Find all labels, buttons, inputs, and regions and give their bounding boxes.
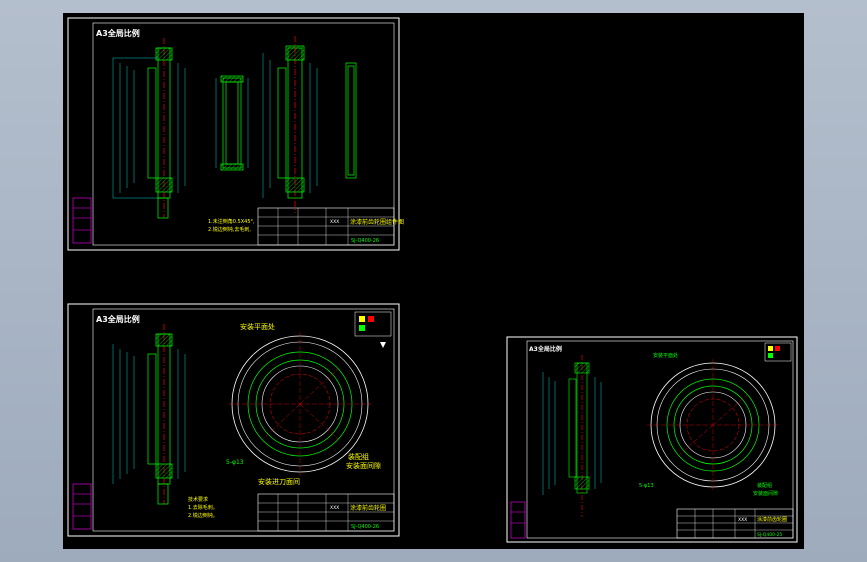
sheet-2-note-1: 1.去除毛刺。	[188, 504, 218, 511]
sheet-2-part-name: 涂漆前齿轮圈	[350, 504, 386, 512]
sheet-2-left-strip	[72, 483, 92, 530]
sheet-2-annotation-assembly: 装配组	[348, 452, 369, 461]
sheet-2-annotation-gap: 安装面间隙	[346, 461, 381, 470]
sheet-2-annotation-feed-face: 安装进刀面间	[258, 477, 300, 486]
cad-model-space[interactable]: A3全局比例 1.未注倒角0.5X45°, 2.锐边倒钝,去毛刺, XXX 涂漆…	[63, 13, 804, 549]
sheet-1-inner-border	[92, 22, 395, 246]
sheet-2-title: A3全局比例	[96, 314, 140, 324]
sheet-1-drawing-code: SJ-Q400-26	[351, 238, 379, 244]
sheet-3-symbol-box	[764, 342, 792, 362]
drawing-viewport[interactable]: A3全局比例 1.未注倒角0.5X45°, 2.锐边倒钝,去毛刺, XXX 涂漆…	[63, 13, 804, 549]
sheet-2-note-2: 2.锐边倒钝。	[188, 512, 218, 519]
sheet-2-annotation-holes: 5-φ13	[226, 459, 244, 466]
sheet-2[interactable]: A3全局比例 安装平面处 5-φ13 安装进刀面间 装配组 安装面间隙 技术要求…	[67, 303, 400, 537]
sheet-3-plan-view	[647, 359, 779, 491]
sheet-1-title-block: XXX 涂漆前齿轮圈组件图 SJ-Q400-26	[257, 207, 404, 246]
sheet-1-dimensions-a	[112, 57, 186, 199]
sheet-2-symbol-box	[354, 311, 392, 348]
sheet-1-dimensions-c	[262, 53, 318, 198]
sheet-1-section-view-a	[147, 38, 173, 219]
sheet-3-part-name: 涂漆前齿轮圈	[757, 516, 787, 523]
sheet-1-side-view	[345, 62, 357, 179]
sheet-3-inner-border	[526, 340, 794, 539]
sheet-3-dimensions	[542, 372, 602, 495]
sheet-2-section-view	[147, 324, 173, 505]
sheet-1-title-block-label: XXX	[330, 219, 339, 225]
sheet-3-section-view	[568, 355, 590, 517]
sheet-1-ring-view	[220, 75, 244, 171]
sheet-2-inner-border	[92, 308, 395, 532]
sheet-1-section-view-b	[277, 36, 305, 213]
sheet-3-annotation-assembly: 装配组	[757, 482, 772, 489]
sheet-3-annotation-gap: 安装面间隙	[753, 490, 778, 497]
sheet-3-outer-border	[506, 336, 798, 543]
sheet-3-drawing-code: SJ-Q400-25	[757, 532, 782, 538]
sheet-3[interactable]: A3全局比例 安装平面处 5-φ13 装配组 安装面间隙 XXX 涂漆前齿轮圈 …	[506, 336, 798, 543]
sheet-3-annotation-mounting-face: 安装平面处	[653, 352, 678, 359]
sheet-1-title: A3全局比例	[96, 28, 140, 38]
sheet-1-dimensions-b	[215, 78, 249, 168]
sheet-1-outer-border	[67, 17, 400, 251]
sheet-1-left-strip	[72, 197, 92, 244]
sheet-3-title: A3全局比例	[529, 345, 562, 353]
sheet-1-note-2: 2.锐边倒钝,去毛刺,	[208, 226, 251, 233]
sheet-3-left-strip	[510, 501, 526, 539]
sheet-2-dimensions	[112, 344, 186, 484]
sheet-2-title-block: XXX 涂漆前齿轮圈 SJ-Q400-26	[257, 493, 395, 532]
sheet-1-part-name: 涂漆前齿轮圈组件图	[350, 218, 404, 226]
sheet-3-annotation-holes: 5-φ13	[639, 483, 654, 489]
cad-application-canvas: A3全局比例 1.未注倒角0.5X45°, 2.锐边倒钝,去毛刺, XXX 涂漆…	[0, 0, 867, 562]
sheet-2-note-heading: 技术要求	[188, 496, 208, 503]
sheet-2-drawing-code: SJ-Q400-26	[351, 524, 379, 530]
sheet-1-note-1: 1.未注倒角0.5X45°,	[208, 218, 255, 225]
sheet-3-title-block-label: XXX	[738, 517, 747, 523]
sheet-2-annotation-mounting-face: 安装平面处	[240, 322, 275, 331]
sheet-3-title-block: XXX 涂漆前齿轮圈 SJ-Q400-25	[676, 508, 794, 539]
sheet-1[interactable]: A3全局比例 1.未注倒角0.5X45°, 2.锐边倒钝,去毛刺, XXX 涂漆…	[67, 17, 404, 251]
sheet-2-title-block-label: XXX	[330, 505, 339, 511]
